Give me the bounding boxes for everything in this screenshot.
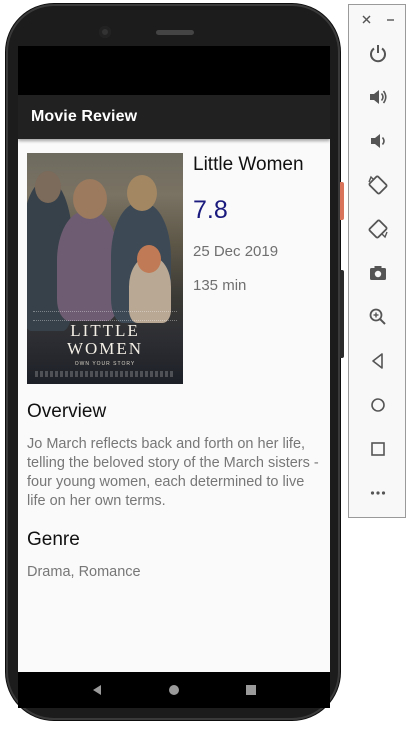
genre-heading: Genre	[27, 529, 80, 550]
back-button[interactable]	[364, 347, 392, 375]
rotate-left-button[interactable]	[364, 171, 392, 199]
back-icon	[372, 353, 383, 369]
volume-side-button	[340, 270, 344, 358]
runtime: 135 min	[193, 277, 247, 294]
overview-text: Jo March reflects back and forth on her …	[27, 436, 319, 509]
zoom-button[interactable]	[364, 303, 392, 331]
poster-credits	[33, 311, 177, 321]
volume-down-icon	[371, 134, 385, 148]
app-title: Movie Review	[31, 108, 138, 125]
close-button[interactable]	[358, 11, 374, 27]
rotate-left-icon	[368, 175, 388, 195]
nav-recents-button[interactable]	[239, 678, 263, 702]
overview-heading: Overview	[27, 401, 107, 422]
power-side-button	[340, 182, 344, 220]
volume-up-icon	[370, 90, 387, 104]
earpiece-speaker	[156, 30, 194, 35]
nav-home-button[interactable]	[162, 678, 186, 702]
overview-button[interactable]	[364, 435, 392, 463]
close-icon	[362, 15, 370, 23]
more-icon	[370, 491, 386, 495]
minimize-button[interactable]	[382, 11, 398, 27]
phone-screen: Movie Review LITTLE WOMEN OWN YOUR STORY…	[18, 46, 330, 672]
front-camera	[99, 26, 111, 38]
poster-title-line1: LITTLE	[70, 321, 140, 340]
phone-frame: Movie Review LITTLE WOMEN OWN YOUR STORY…	[6, 4, 344, 720]
minimize-icon	[386, 18, 394, 21]
home-icon	[168, 685, 179, 695]
zoom-icon	[369, 308, 386, 325]
status-bar	[18, 46, 330, 95]
movie-poster: LITTLE WOMEN OWN YOUR STORY	[27, 153, 183, 384]
release-date: 25 Dec 2019	[193, 243, 279, 260]
stage: Movie Review LITTLE WOMEN OWN YOUR STORY…	[0, 0, 417, 729]
volume-down-button[interactable]	[364, 127, 392, 155]
genre-text: Drama, Romance	[27, 564, 141, 580]
screenshot-button[interactable]	[364, 259, 392, 287]
home-button[interactable]	[364, 391, 392, 419]
rotate-right-button[interactable]	[364, 215, 392, 243]
emulator-toolbar	[348, 4, 406, 518]
rotate-right-icon	[368, 219, 388, 239]
power-icon	[370, 45, 386, 63]
navigation-bar	[18, 672, 330, 708]
poster-billing-block	[35, 371, 175, 377]
movie-rating: 7.8	[193, 196, 228, 224]
movie-info: Little Women 7.8 25 Dec 2019 135 min	[193, 153, 322, 294]
camera-icon	[370, 266, 386, 280]
home-icon	[371, 398, 385, 412]
poster-figure-head	[35, 171, 61, 203]
overview-icon	[371, 442, 385, 456]
poster-figure-head	[127, 175, 157, 211]
movie-detail-content[interactable]: LITTLE WOMEN OWN YOUR STORY Little Women…	[18, 139, 330, 672]
volume-up-button[interactable]	[364, 83, 392, 111]
power-button[interactable]	[364, 39, 392, 67]
poster-tagline: OWN YOUR STORY	[74, 361, 136, 367]
recents-icon	[246, 685, 257, 695]
back-icon	[92, 685, 101, 695]
app-bar: Movie Review	[18, 95, 330, 139]
more-button[interactable]	[364, 479, 392, 507]
poster-title-line2: WOMEN	[66, 339, 144, 358]
toolbar-window-controls	[349, 11, 405, 29]
poster-figure-head	[137, 245, 161, 273]
nav-back-button[interactable]	[85, 678, 109, 702]
poster-figure-head	[73, 179, 107, 219]
poster-figure	[57, 211, 119, 321]
movie-title: Little Women	[193, 154, 304, 175]
